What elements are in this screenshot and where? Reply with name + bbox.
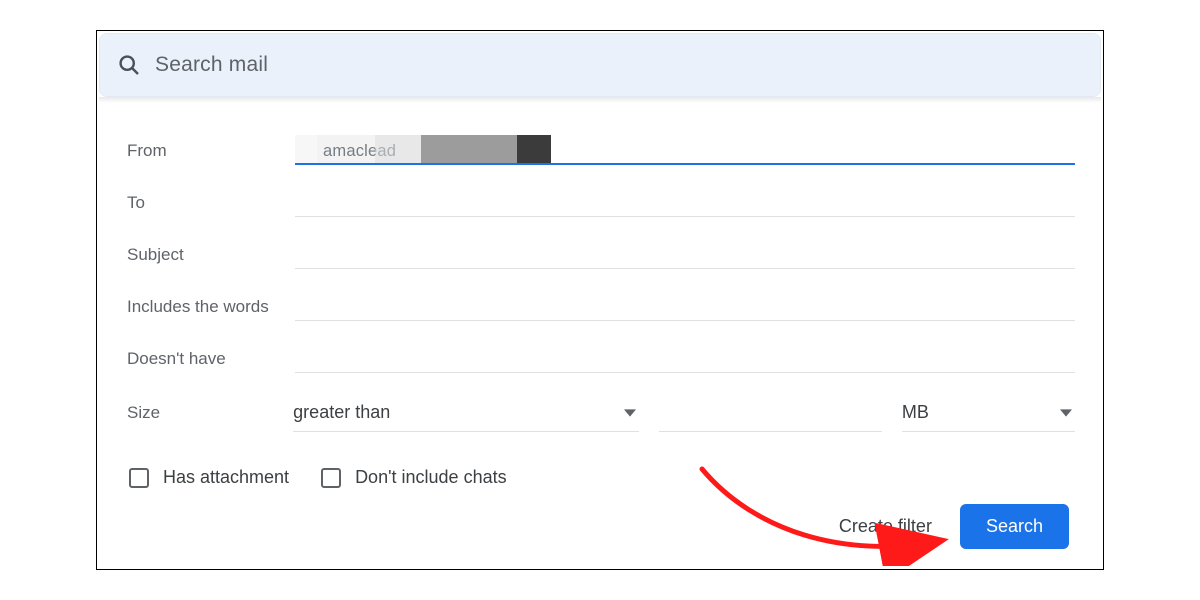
chevron-down-icon (1057, 409, 1075, 417)
has-attachment-label: Has attachment (163, 467, 289, 488)
chevron-down-icon (621, 409, 639, 417)
filter-form: From amaclead To (97, 103, 1103, 488)
filter-dialog: Search mail From amaclead To (96, 30, 1104, 570)
redaction-block (421, 135, 517, 165)
row-to: To (125, 177, 1075, 229)
subject-label: Subject (125, 245, 295, 265)
search-bar[interactable]: Search mail (99, 33, 1101, 97)
checkbox-box (129, 468, 149, 488)
includes-field[interactable] (295, 291, 1075, 323)
from-label: From (125, 141, 295, 161)
row-excludes: Doesn't have (125, 333, 1075, 385)
size-amount-field[interactable] (659, 394, 882, 432)
create-filter-link[interactable]: Create filter (839, 516, 932, 537)
has-attachment-checkbox[interactable]: Has attachment (129, 467, 289, 488)
to-field[interactable] (295, 187, 1075, 219)
to-label: To (125, 193, 295, 213)
checkbox-box (321, 468, 341, 488)
search-icon (117, 53, 141, 77)
row-size: Size greater than MB (125, 385, 1075, 441)
size-unit-value: MB (902, 402, 929, 423)
dialog-footer: Create filter Search (839, 504, 1069, 549)
excludes-label: Doesn't have (125, 349, 295, 369)
underline (295, 216, 1075, 217)
redaction-block (517, 135, 551, 165)
subject-field[interactable] (295, 239, 1075, 271)
search-placeholder: Search mail (155, 53, 268, 77)
search-button[interactable]: Search (960, 504, 1069, 549)
includes-label: Includes the words (125, 297, 295, 317)
size-unit-select[interactable]: MB (902, 394, 1075, 432)
row-from: From amaclead (125, 125, 1075, 177)
underline (295, 372, 1075, 373)
exclude-chats-checkbox[interactable]: Don't include chats (321, 467, 507, 488)
underline (295, 320, 1075, 321)
excludes-field[interactable] (295, 343, 1075, 375)
size-comparator-select[interactable]: greater than (293, 394, 639, 432)
redaction-block (295, 135, 317, 165)
underline (295, 163, 1075, 165)
size-comparator-value: greater than (293, 402, 390, 423)
row-subject: Subject (125, 229, 1075, 281)
underline (295, 268, 1075, 269)
row-includes: Includes the words (125, 281, 1075, 333)
from-field[interactable]: amaclead (295, 135, 1075, 167)
size-label: Size (125, 403, 293, 423)
exclude-chats-label: Don't include chats (355, 467, 507, 488)
checkbox-row: Has attachment Don't include chats (125, 467, 1075, 488)
